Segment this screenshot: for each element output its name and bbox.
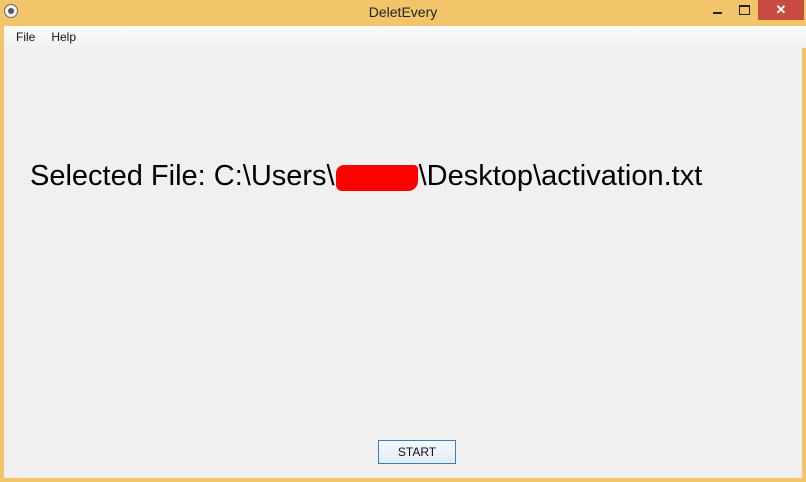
selected-file-path-prefix: Selected File: C:\Users\ — [30, 160, 335, 192]
minimize-button[interactable] — [704, 0, 730, 20]
menu-bar: File Help — [4, 26, 806, 48]
client-area: File Help Selected File: C:\Users\ \Deskt… — [4, 26, 806, 478]
start-button[interactable]: START — [378, 440, 456, 464]
maximize-button[interactable] — [731, 0, 757, 20]
menu-help[interactable]: Help — [43, 28, 84, 46]
redacted-username — [335, 164, 418, 191]
title-bar[interactable]: DeletEvery ✕ — [0, 0, 806, 26]
close-button[interactable]: ✕ — [758, 0, 804, 20]
app-window: DeletEvery ✕ File Help Selected File: C:… — [0, 0, 806, 482]
window-title: DeletEvery — [368, 4, 438, 20]
selected-file-path-suffix: \Desktop\activation.txt — [418, 160, 703, 192]
close-icon: ✕ — [775, 2, 787, 17]
maximize-icon — [738, 5, 750, 15]
menu-file[interactable]: File — [8, 28, 43, 46]
selected-file-label: Selected File: C:\Users\ \Desktop\activat… — [30, 160, 702, 193]
minimize-icon — [712, 12, 722, 14]
